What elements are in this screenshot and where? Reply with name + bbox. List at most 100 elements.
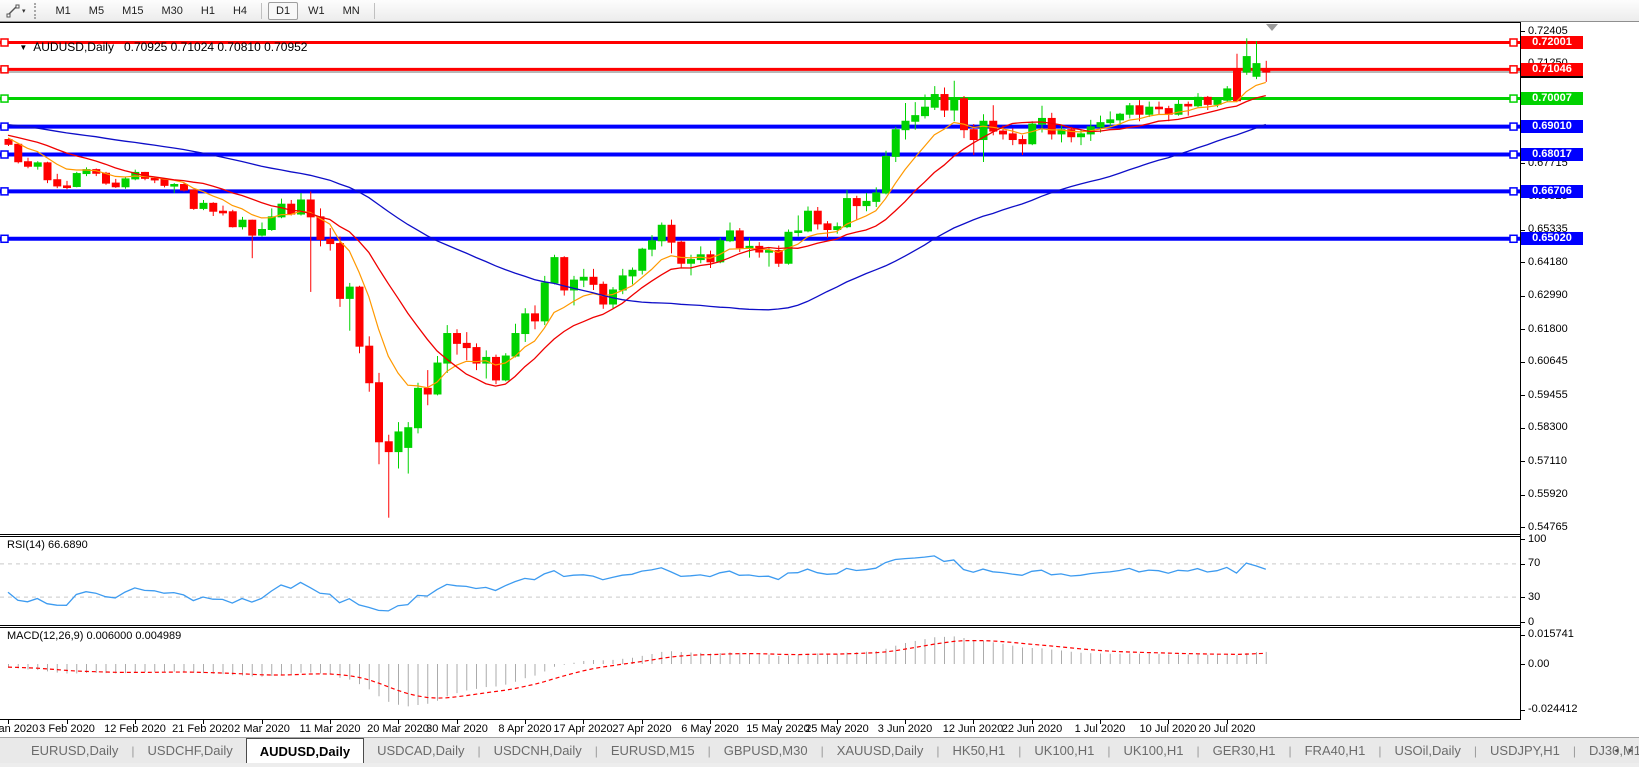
candle-body xyxy=(151,178,158,180)
level-anchor[interactable] xyxy=(1510,151,1517,158)
candle-body xyxy=(892,130,899,157)
tab-USDJPY,H1[interactable]: USDJPY,H1 xyxy=(1477,738,1573,763)
candle-body xyxy=(376,383,383,442)
mt4-window: ▾ M1M5M15M30H1H4 D1W1MN ▼ AUDUSD,Daily 0.70… xyxy=(0,0,1639,767)
timeframe-button-M15[interactable]: M15 xyxy=(114,2,151,20)
tab-UK100,H1[interactable]: UK100,H1 xyxy=(1111,738,1197,763)
axis-tick xyxy=(1521,635,1525,636)
tab-USDCHF,Daily[interactable]: USDCHF,Daily xyxy=(135,738,246,763)
tab-FRA40,H1[interactable]: FRA40,H1 xyxy=(1292,738,1379,763)
tab-EURUSD,M15[interactable]: EURUSD,M15 xyxy=(598,738,708,763)
tab-USDCNH,Daily[interactable]: USDCNH,Daily xyxy=(481,738,595,763)
candle-body xyxy=(1009,134,1016,140)
axis-tick xyxy=(1521,362,1525,363)
axis-tick xyxy=(1521,31,1525,32)
price-level-badge[interactable]: 0.70007 xyxy=(1521,92,1583,105)
candle-body xyxy=(1156,107,1163,109)
toolbar-caret-icon[interactable]: ▾ xyxy=(22,7,26,15)
timeframe-button-M5[interactable]: M5 xyxy=(81,2,112,20)
candle-body xyxy=(883,156,890,193)
date-axis[interactable]: 24 Jan 20203 Feb 202012 Feb 202021 Feb 2… xyxy=(0,720,1639,737)
candle-body xyxy=(688,260,695,264)
level-anchor[interactable] xyxy=(1510,39,1517,46)
timeframe-button-group: M1M5M15M30H1H4 D1W1MN xyxy=(47,2,380,20)
price-level-badge[interactable]: 0.69010 xyxy=(1521,120,1583,133)
axis-tick xyxy=(1521,262,1525,263)
candle-body xyxy=(327,239,334,243)
candle-body xyxy=(161,179,168,185)
symbol-dropdown-icon[interactable]: ▼ xyxy=(19,43,27,52)
candle-body xyxy=(463,343,470,347)
candle-body xyxy=(805,211,812,231)
candle-body xyxy=(678,242,685,263)
timeframe-button-H4[interactable]: H4 xyxy=(225,2,255,20)
level-anchor[interactable] xyxy=(1510,235,1517,242)
tab-AUDUSD,Daily[interactable]: AUDUSD,Daily xyxy=(246,738,364,763)
tab-UK100,H1[interactable]: UK100,H1 xyxy=(1021,738,1107,763)
tab-XAUUSD,Daily[interactable]: XAUUSD,Daily xyxy=(824,738,937,763)
tab-GER30,H1[interactable]: GER30,H1 xyxy=(1200,738,1289,763)
price-tick-label: 0.00 xyxy=(1528,658,1549,671)
tab-HK50,H1[interactable]: HK50,H1 xyxy=(940,738,1019,763)
price-level-badge[interactable]: 0.68017 xyxy=(1521,148,1583,161)
candle-body xyxy=(922,107,929,115)
timeframe-button-H1[interactable]: H1 xyxy=(193,2,223,20)
candle-body xyxy=(873,193,880,201)
candle-body xyxy=(1243,57,1250,72)
toolbar-divider xyxy=(374,3,375,19)
timeframe-button-M30[interactable]: M30 xyxy=(153,2,190,20)
axis-tick xyxy=(1521,564,1525,565)
chart-canvas[interactable] xyxy=(0,22,1521,720)
level-anchor[interactable] xyxy=(1,123,8,130)
candle-body xyxy=(814,211,821,224)
candle-body xyxy=(1048,118,1055,133)
price-level-badge[interactable]: 0.66706 xyxy=(1521,185,1583,198)
candle-body xyxy=(727,231,734,241)
level-anchor[interactable] xyxy=(1510,66,1517,73)
price-level-badge[interactable]: 0.65020 xyxy=(1521,232,1583,245)
level-anchor[interactable] xyxy=(1,235,8,242)
candle-body xyxy=(619,276,626,290)
level-anchor[interactable] xyxy=(1,151,8,158)
toolbar-grip[interactable] xyxy=(34,3,39,19)
price-level-badge[interactable]: 0.72001 xyxy=(1521,36,1583,49)
tab-GBPUSD,M30[interactable]: GBPUSD,M30 xyxy=(711,738,821,763)
candle-body xyxy=(229,212,236,227)
level-anchor[interactable] xyxy=(1,188,8,195)
candle-body xyxy=(444,334,451,364)
candle-body xyxy=(190,190,197,208)
price-axis[interactable]: 0.724050.712500.700600.688700.677150.665… xyxy=(1521,22,1639,720)
level-anchor[interactable] xyxy=(1510,95,1517,102)
level-anchor[interactable] xyxy=(1510,123,1517,130)
timeframe-button-M1[interactable]: M1 xyxy=(48,2,79,20)
level-anchor[interactable] xyxy=(1510,188,1517,195)
timeframe-button-MN[interactable]: MN xyxy=(335,2,368,20)
tab-EURUSD,Daily[interactable]: EURUSD,Daily xyxy=(18,738,131,763)
candle-body xyxy=(795,231,802,233)
timeframe-button-D1[interactable]: D1 xyxy=(268,2,298,20)
price-tick-label: 0.015741 xyxy=(1528,628,1574,641)
candle-body xyxy=(1107,120,1114,123)
candle-body xyxy=(73,174,80,187)
timeframe-button-W1[interactable]: W1 xyxy=(300,2,333,20)
candle-body xyxy=(951,99,958,110)
tab-scroll-left-icon[interactable]: ◂ xyxy=(1614,745,1619,756)
price-level-badge[interactable]: 0.71046 xyxy=(1521,63,1583,76)
chart-ohlc-values: 0.70925 0.71024 0.70810 0.70952 xyxy=(124,40,308,54)
level-anchor[interactable] xyxy=(1,95,8,102)
tab-scroll-right-icon[interactable]: ▸ xyxy=(1628,745,1633,756)
tab-USDCAD,Daily[interactable]: USDCAD,Daily xyxy=(364,738,477,763)
candle-body xyxy=(1097,123,1104,127)
price-tick-label: 100 xyxy=(1528,533,1546,546)
candle-body xyxy=(1117,114,1124,120)
axis-tick xyxy=(1521,622,1525,623)
candle-body xyxy=(200,203,207,208)
candle-body xyxy=(239,220,246,226)
candle-body xyxy=(1234,70,1241,101)
tab-USOil,Daily[interactable]: USOil,Daily xyxy=(1381,738,1473,763)
rsi-label: RSI(14) 66.6890 xyxy=(7,539,88,551)
candle-body xyxy=(405,428,412,448)
chart-cursor-icon[interactable] xyxy=(4,3,22,19)
date-label: 20 Jul 2020 xyxy=(1182,723,1272,735)
price-tick-label: 70 xyxy=(1528,557,1540,570)
